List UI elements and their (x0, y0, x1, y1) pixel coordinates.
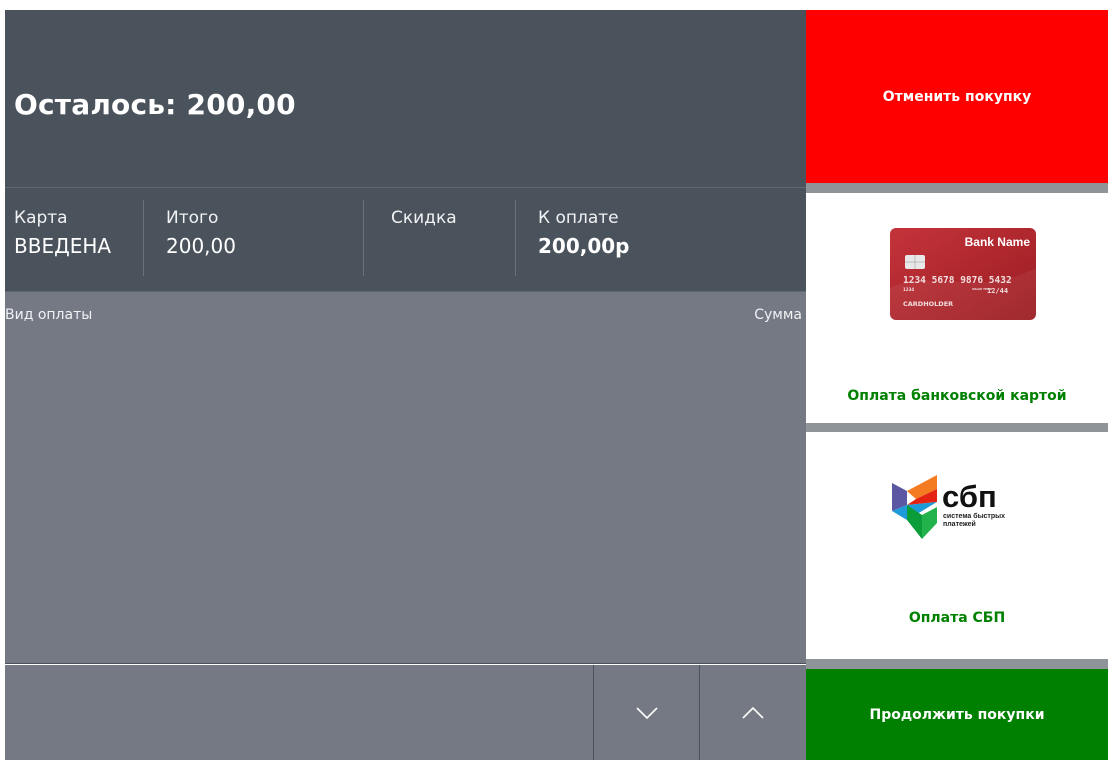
total-value: 200,00 (166, 234, 236, 258)
divider (515, 200, 516, 276)
remaining-header: Осталось: 200,00 (5, 10, 806, 188)
total-label: Итого (166, 208, 219, 228)
card-expiry: 12/44 (987, 287, 1008, 295)
card-small-number: 1234 (903, 287, 914, 292)
cancel-purchase-label: Отменить покупку (882, 88, 1032, 105)
card-number-text: 1234 5678 9876 5432 (903, 275, 1012, 286)
scroll-down-button[interactable] (593, 665, 699, 760)
card-status-cell: Карта ВВЕДЕНА (14, 188, 111, 280)
to-pay-label: К оплате (538, 208, 619, 228)
discount-label: Скидка (391, 208, 457, 228)
totals-bar: Карта ВВЕДЕНА Итого 200,00 Скидка К опла… (5, 188, 806, 292)
card-holder-text: CARDHOLDER (903, 300, 953, 308)
sbp-tagline-1: система быстрых (943, 512, 1005, 520)
sbp-logo-icon: сбп система быстрых платежей (892, 475, 1005, 539)
to-pay-value: 200,00р (538, 234, 630, 258)
discount-cell: Скидка (391, 188, 457, 280)
total-cell: Итого 200,00 (166, 188, 236, 280)
checkout-panel: Осталось: 200,00 Карта ВВЕДЕНА Итого 200… (5, 10, 806, 760)
card-status-value: ВВЕДЕНА (14, 234, 112, 258)
continue-shopping-button[interactable]: Продолжить покупки (806, 669, 1108, 760)
to-pay-cell: К оплате 200,00р (538, 188, 630, 280)
pay-by-card-label: Оплата банковской картой (847, 388, 1067, 404)
column-header-payment-type: Вид оплаты (5, 307, 93, 323)
list-footer (5, 665, 806, 760)
payments-list[interactable]: Вид оплаты Сумма (5, 292, 806, 664)
continue-shopping-label: Продолжить покупки (869, 706, 1045, 723)
sbp-tagline-2: платежей (943, 520, 976, 528)
card-label: Карта (14, 208, 68, 228)
chevron-down-icon (635, 706, 658, 719)
divider (363, 200, 364, 276)
divider (143, 200, 144, 276)
bank-name-text: Bank Name (965, 235, 1031, 249)
cancel-purchase-button[interactable]: Отменить покупку (806, 10, 1108, 183)
sbp-brand-text: сбп (942, 479, 997, 514)
pay-by-sbp-button[interactable]: сбп система быстрых платежей Оплата СБП (806, 432, 1108, 659)
column-header-sum: Сумма (754, 307, 802, 323)
remaining-amount: Осталось: 200,00 (14, 88, 296, 121)
bank-card-icon: Bank Name 1234 5678 9876 5432 1234 VALID… (890, 228, 1036, 320)
chevron-up-icon (742, 706, 764, 719)
scroll-up-button[interactable] (699, 665, 806, 760)
actions-panel: Отменить покупку Bank Name 1234 5678 987… (806, 10, 1108, 760)
pay-by-sbp-label: Оплата СБП (908, 610, 1006, 626)
pay-by-card-button[interactable]: Bank Name 1234 5678 9876 5432 1234 VALID… (806, 193, 1108, 423)
